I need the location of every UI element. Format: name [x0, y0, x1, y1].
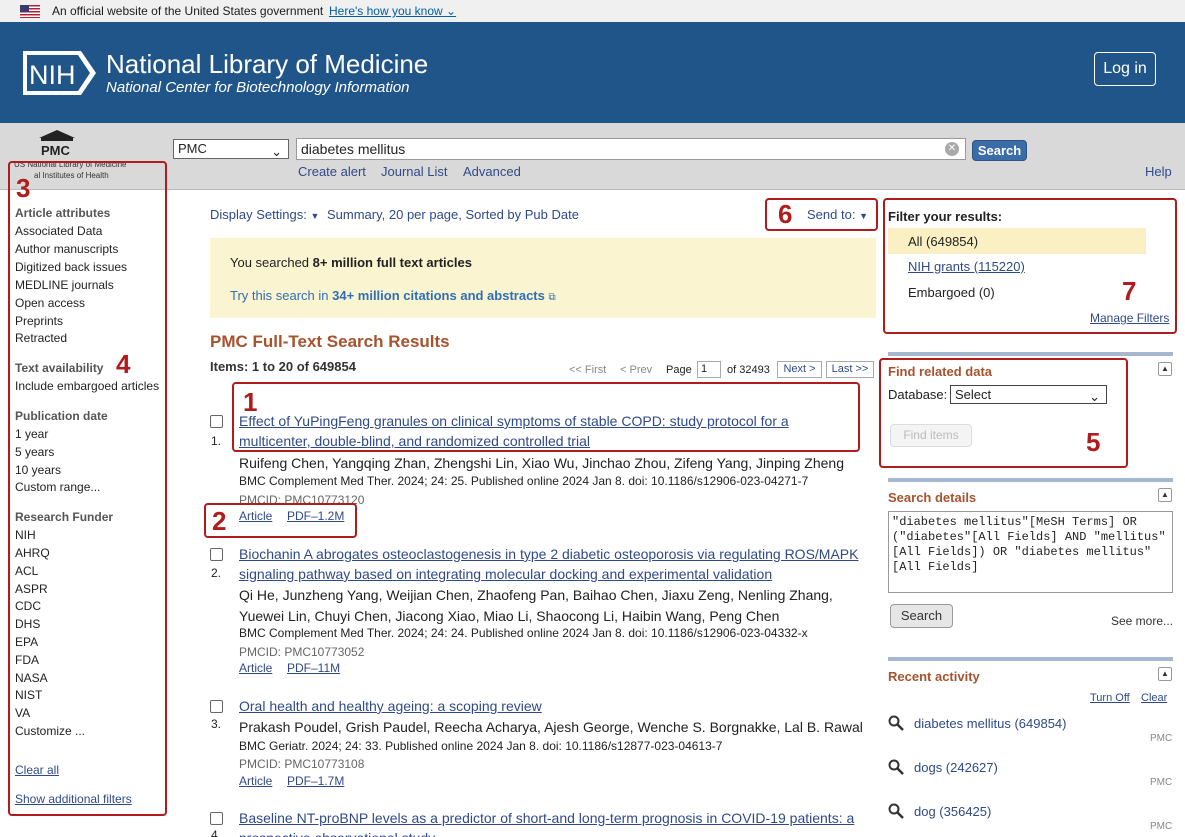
- page-total: of 32493: [727, 364, 770, 376]
- result-number: 4.: [211, 828, 222, 837]
- display-settings-dropdown[interactable]: Display Settings: ▼: [210, 207, 319, 222]
- recent-activity-source: PMC: [1150, 821, 1173, 832]
- annotation-number-7: 7: [1122, 276, 1137, 306]
- annotation-box-3: [8, 161, 167, 816]
- see-more-link[interactable]: See more...: [1111, 614, 1173, 628]
- annotation-box-1: [232, 382, 860, 452]
- items-count: Items: 1 to 20 of 649854: [210, 359, 356, 374]
- result-pmcid: PMCID: PMC10773108: [239, 757, 365, 771]
- chevron-down-icon: ⌄: [271, 144, 282, 159]
- result-pmcid: PMCID: PMC10773052: [239, 645, 365, 659]
- pager-last[interactable]: Last >>: [826, 361, 874, 378]
- annotation-box-2: [204, 503, 357, 538]
- turn-off-link[interactable]: Turn Off: [1090, 692, 1130, 704]
- pdf-link[interactable]: PDF–11M: [287, 661, 340, 675]
- result-checkbox[interactable]: [210, 415, 223, 428]
- annotation-box-7: [883, 198, 1177, 334]
- caret-down-icon: ▼: [310, 211, 320, 221]
- nih-logo[interactable]: NIH: [21, 49, 98, 97]
- search-notice: You searched 8+ million full text articl…: [210, 238, 876, 318]
- search-icon: [888, 759, 904, 775]
- try-search-link[interactable]: Try this search in 34+ million citations…: [230, 288, 556, 303]
- panel-divider: [888, 657, 1173, 661]
- login-button[interactable]: Log in: [1094, 52, 1156, 86]
- result-number: 3.: [211, 717, 222, 731]
- site-subtitle: National Center for Biotechnology Inform…: [106, 79, 410, 96]
- result-checkbox[interactable]: [210, 812, 223, 825]
- result-authors: Qi He, Junzheng Yang, Weijian Chen, Zhao…: [239, 587, 833, 624]
- clear-search-icon[interactable]: ✕: [945, 142, 959, 156]
- search-icon: [888, 803, 904, 819]
- collapse-icon[interactable]: ▲: [1158, 362, 1172, 376]
- result-checkbox[interactable]: [210, 548, 223, 561]
- result-journal: BMC Complement Med Ther. 2024; 24: 25. P…: [239, 474, 809, 488]
- gov-banner-text: An official website of the United States…: [52, 4, 324, 18]
- recent-activity-heading: Recent activity: [888, 669, 980, 684]
- recent-activity-source: PMC: [1150, 777, 1173, 788]
- result-journal: BMC Complement Med Ther. 2024; 24: 24. P…: [239, 626, 808, 640]
- nih-logo-text: NIH: [29, 60, 76, 90]
- pager-prev[interactable]: < Prev: [620, 364, 652, 376]
- help-link[interactable]: Help: [1145, 164, 1172, 179]
- annotation-number-6: 6: [778, 199, 793, 229]
- us-flag-icon: [20, 5, 40, 18]
- database-select[interactable]: PMC ⌄: [173, 139, 289, 159]
- pdf-link[interactable]: PDF–1.7M: [287, 774, 344, 788]
- result-authors: Ruifeng Chen, Yangqing Zhan, Zhengshi Li…: [239, 455, 844, 471]
- result-title-link[interactable]: Baseline NT-proBNP levels as a predictor…: [239, 808, 879, 837]
- annotation-number-3: 3: [16, 173, 31, 203]
- collapse-icon[interactable]: ▲: [1158, 488, 1172, 502]
- recent-activity-item[interactable]: dog (356425): [914, 804, 991, 819]
- annotation-number-4: 4: [116, 349, 131, 379]
- result-title-link[interactable]: Biochanin A abrogates osteoclastogenesis…: [239, 544, 879, 584]
- annotation-number-2: 2: [212, 506, 227, 536]
- result-title-link[interactable]: Oral health and healthy ageing: a scopin…: [239, 696, 879, 716]
- recent-activity-item[interactable]: dogs (242627): [914, 760, 998, 775]
- heres-how-you-know-link[interactable]: Here's how you know ⌄: [329, 4, 456, 18]
- search-bar: PMC US National Library of Medicine al I…: [0, 123, 1185, 190]
- results-title: PMC Full-Text Search Results: [210, 332, 450, 351]
- annotation-number-1: 1: [243, 387, 258, 417]
- recent-activity-item[interactable]: diabetes mellitus (649854): [914, 716, 1066, 731]
- result-journal: BMC Geriatr. 2024; 24: 33. Published onl…: [239, 739, 723, 753]
- pager-next[interactable]: Next >: [777, 361, 822, 378]
- pagination: << First < Prev Page 1 of 32493 Next > L…: [569, 361, 876, 379]
- panel-divider: [888, 352, 1173, 356]
- page-label: Page: [666, 364, 692, 376]
- search-details-button[interactable]: Search: [890, 604, 953, 628]
- annotation-number-5: 5: [1086, 427, 1101, 457]
- result-checkbox[interactable]: [210, 700, 223, 713]
- clear-activity-link[interactable]: Clear: [1141, 692, 1167, 704]
- site-title[interactable]: National Library of Medicine: [106, 49, 428, 80]
- site-header: NIH National Library of Medicine Nationa…: [0, 22, 1185, 123]
- collapse-icon[interactable]: ▲: [1158, 667, 1172, 681]
- result-number: 2.: [211, 566, 222, 580]
- create-alert-link[interactable]: Create alert: [298, 164, 366, 179]
- notice-text: You searched 8+ million full text articl…: [230, 255, 472, 270]
- page-input[interactable]: 1: [697, 361, 721, 378]
- search-icon: [888, 715, 904, 731]
- search-input[interactable]: diabetes mellitus ✕: [296, 138, 966, 160]
- result-authors: Prakash Poudel, Grish Paudel, Reecha Ach…: [239, 719, 863, 735]
- panel-divider: [888, 478, 1173, 482]
- external-link-icon: ⧉: [548, 292, 556, 303]
- search-details-heading: Search details: [888, 490, 977, 505]
- article-link[interactable]: Article: [239, 661, 272, 675]
- display-settings-summary[interactable]: Summary, 20 per page, Sorted by Pub Date: [327, 207, 579, 222]
- pager-first[interactable]: << First: [569, 364, 606, 376]
- article-link[interactable]: Article: [239, 774, 272, 788]
- recent-activity-source: PMC: [1150, 733, 1173, 744]
- search-button[interactable]: Search: [972, 140, 1027, 161]
- pmc-logo-text: PMC: [41, 143, 70, 158]
- journal-list-link[interactable]: Journal List: [381, 164, 447, 179]
- advanced-search-link[interactable]: Advanced: [463, 164, 521, 179]
- chevron-down-icon: ⌄: [446, 4, 457, 18]
- search-details-textarea[interactable]: "diabetes mellitus"[MeSH Terms] OR ("dia…: [888, 511, 1173, 593]
- result-number: 1.: [211, 434, 222, 448]
- gov-banner: An official website of the United States…: [0, 0, 1185, 22]
